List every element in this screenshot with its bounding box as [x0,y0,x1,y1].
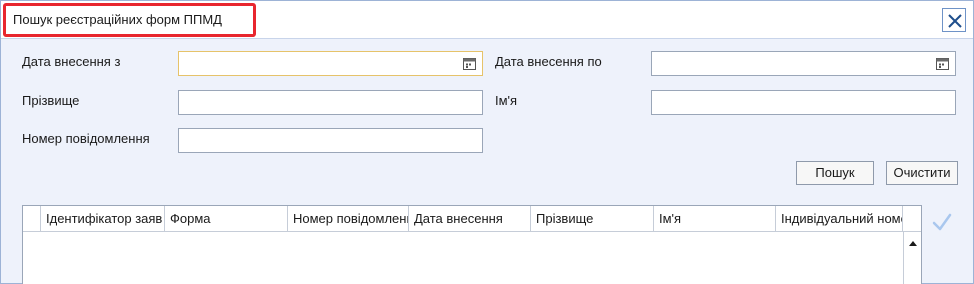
name-input[interactable] [652,91,955,114]
close-icon [948,14,962,28]
results-table: Ідентифікатор заяв Форма Номер повідомле… [22,205,922,284]
name-label: Ім'я [495,93,518,108]
date-from-field[interactable] [178,51,483,76]
check-icon[interactable] [931,211,953,233]
column-header-form[interactable]: Форма [165,206,288,232]
search-dialog: Пошук реєстраційних форм ППМД Дата внесе… [0,0,974,284]
calendar-icon[interactable] [463,57,476,70]
date-to-label: Дата внесення по [495,54,602,69]
dialog-title: Пошук реєстраційних форм ППМД [13,12,222,27]
date-to-input[interactable] [652,52,955,75]
date-to-field[interactable] [651,51,956,76]
clear-button[interactable]: Очистити [886,161,958,185]
search-button[interactable]: Пошук [796,161,874,185]
column-header-selector[interactable] [23,206,41,232]
date-from-label: Дата внесення з [22,54,121,69]
column-header-surname[interactable]: Прізвище [531,206,654,232]
column-header-entry-date[interactable]: Дата внесення [409,206,531,232]
column-header-individual-number[interactable]: Індивідуальний номер [776,206,903,232]
vertical-scrollbar[interactable] [903,232,921,284]
message-number-field[interactable] [178,128,483,153]
column-header-identifier[interactable]: Ідентифікатор заяв [41,206,165,232]
table-header: Ідентифікатор заяв Форма Номер повідомле… [23,206,921,232]
calendar-icon[interactable] [936,57,949,70]
surname-input[interactable] [179,91,482,114]
message-number-label: Номер повідомлення [22,131,150,146]
close-button[interactable] [942,8,966,32]
message-number-input[interactable] [179,129,482,152]
surname-label: Прізвище [22,93,80,108]
date-from-input[interactable] [179,52,482,75]
name-field[interactable] [651,90,956,115]
column-header-message-number[interactable]: Номер повідомлення [288,206,409,232]
title-bar: Пошук реєстраційних форм ППМД [1,1,973,39]
surname-field[interactable] [178,90,483,115]
scroll-up-arrow-icon[interactable] [909,241,917,246]
column-header-name[interactable]: Ім'я [654,206,776,232]
